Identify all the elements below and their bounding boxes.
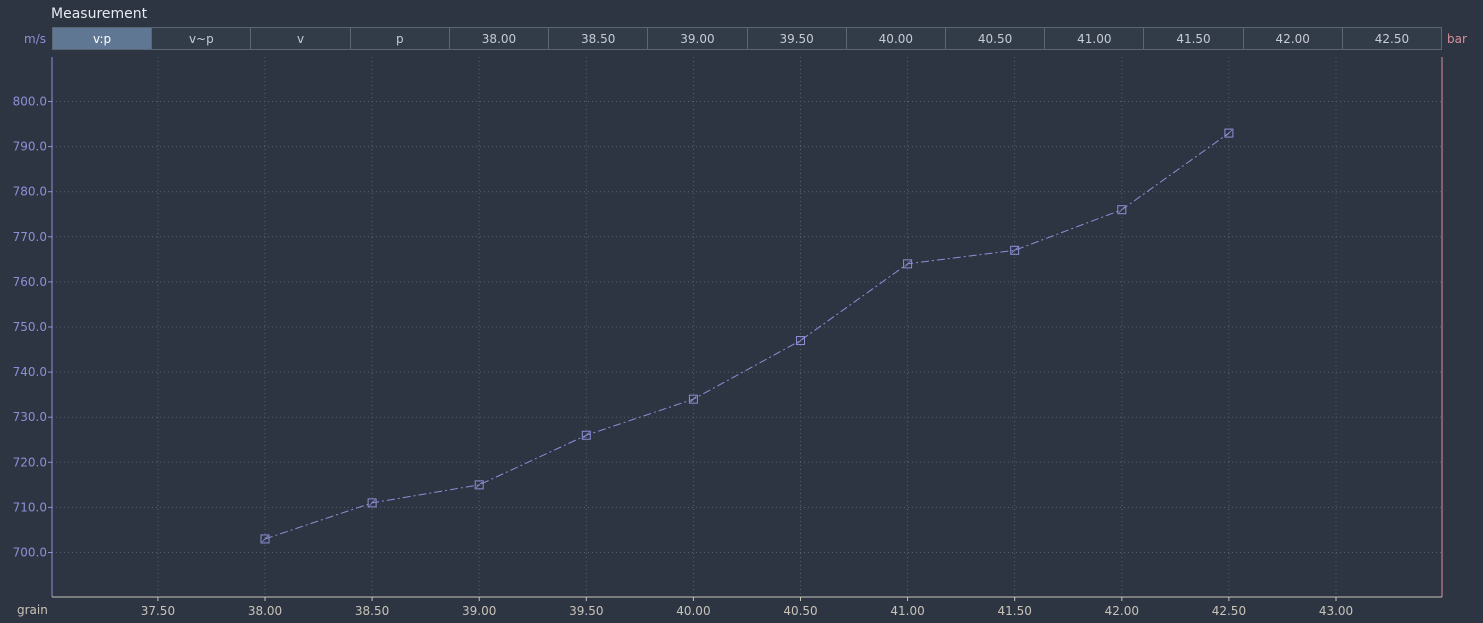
y-tick-label: 720.0 (13, 455, 47, 469)
x-axis-label: grain (17, 603, 48, 617)
y-tick-label: 700.0 (13, 546, 47, 560)
x-tick-label: 38.00 (248, 604, 282, 618)
series-line (264, 132, 1230, 540)
velocity-chart: 700.0 710.0 720.0 730.0 740.0 750.0 760.0 770.0… (13, 57, 1443, 618)
x-tick-label: 41.00 (890, 604, 924, 618)
data-point-marker-slash (797, 337, 804, 344)
x-tick-label: 42.00 (1105, 604, 1139, 618)
x-tick-label: 40.00 (676, 604, 710, 618)
y-tick-label: 730.0 (13, 410, 47, 424)
x-tick-label: 43.00 (1319, 604, 1353, 618)
y-tick-label: 790.0 (13, 140, 47, 154)
x-tick-label: 40.50 (783, 604, 817, 618)
y-tick-label: 800.0 (13, 95, 47, 109)
measurement-window: Measurement m/s bar v:p v~p v p 38.00 38… (0, 0, 1483, 623)
data-point-marker-slash (1225, 129, 1233, 137)
y-tick-label: 760.0 (13, 275, 47, 289)
x-tick-label: 42.50 (1212, 604, 1246, 618)
x-tick-label: 38.50 (355, 604, 389, 618)
y-tick-label: 740.0 (13, 365, 47, 379)
y-tick-label: 750.0 (13, 320, 47, 334)
x-tick-label: 39.00 (462, 604, 496, 618)
y-tick-label: 780.0 (13, 185, 47, 199)
y-tick-label: 710.0 (13, 500, 47, 514)
x-tick-label: 37.50 (141, 604, 175, 618)
y-tick-label: 770.0 (13, 230, 47, 244)
data-point-marker-slash (1118, 206, 1126, 214)
x-tick-label: 39.50 (569, 604, 603, 618)
x-tick-label: 41.50 (998, 604, 1032, 618)
